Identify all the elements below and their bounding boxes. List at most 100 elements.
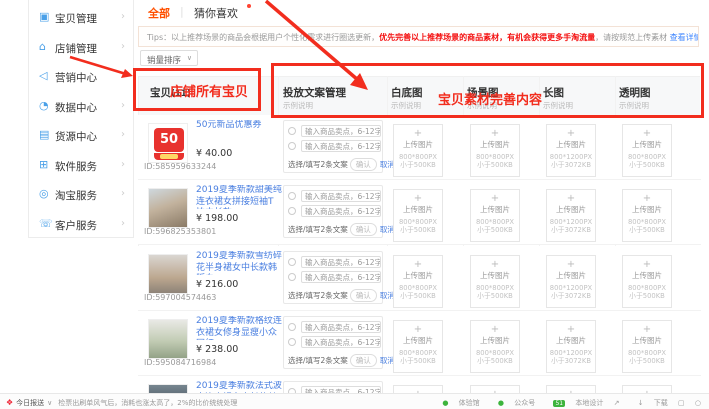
product-price: ¥ 198.00 <box>196 213 238 224</box>
confirm-button[interactable]: 确认 <box>350 158 377 171</box>
selling-point-input[interactable] <box>301 190 381 202</box>
plus-icon: + <box>623 324 671 336</box>
plus-icon: + <box>623 128 671 140</box>
selling-point-input[interactable] <box>301 336 381 348</box>
upload-long[interactable]: +上传图片800*1200PX小于3072KB <box>546 255 596 308</box>
upload-long[interactable]: +上传图片800*1200PX小于3072KB <box>546 189 596 242</box>
confirm-button[interactable]: 确认 <box>350 354 377 367</box>
upload-transparent[interactable]: +上传图片800*800PX小于500KB <box>622 189 672 242</box>
product-image[interactable] <box>148 254 188 294</box>
product-title-link[interactable]: 2019夏季新款甜美纯连衣裙女拼接短袖T恤中长款 <box>196 185 282 209</box>
tips-suffix: ，请按规范上传素材 <box>595 33 670 42</box>
plus-icon: + <box>547 193 595 205</box>
chevron-right-icon: › <box>121 188 125 199</box>
table-row: 2019夏季新款甜美纯连衣裙女拼接短袖T恤中长款 ¥ 198.00 ID:596… <box>138 180 701 245</box>
product-price: ¥ 40.00 <box>196 148 232 159</box>
sidebar-item-item-manage[interactable]: ▣宝贝管理› <box>29 7 133 31</box>
upload-scene[interactable]: +上传图片800*800PX小于500KB <box>470 124 520 177</box>
column-copy: 投放文案管理 <box>283 85 346 100</box>
product-id: ID:596825353801 <box>144 227 216 236</box>
upload-scene[interactable]: +上传图片800*800PX小于500KB <box>470 189 520 242</box>
sidebar-item-marketing-center[interactable]: ◁营销中心› <box>29 66 133 90</box>
product-id: ID:597004574463 <box>144 293 216 302</box>
status-item[interactable]: 51 本地设计 <box>545 399 603 407</box>
share-icon[interactable]: ↗ <box>614 399 620 407</box>
plus-icon: + <box>547 128 595 140</box>
sidebar: ▣宝贝管理› ⌂店铺管理› ◁营销中心› ◔数据中心› ▤货源中心› ⊞软件服务… <box>28 0 134 238</box>
app-window: ▣宝贝管理› ⌂店铺管理› ◁营销中心› ◔数据中心› ▤货源中心› ⊞软件服务… <box>0 0 709 409</box>
checkbox[interactable] <box>288 273 296 281</box>
window-icon[interactable]: ▢ <box>678 399 685 407</box>
brand-icon: ❖ <box>6 398 13 407</box>
goods-icon: ▤ <box>39 128 49 141</box>
upload-scene[interactable]: +上传图片800*800PX小于500KB <box>470 320 520 373</box>
status-item[interactable]: ● 体验馆 <box>434 399 479 407</box>
checkbox[interactable] <box>288 323 296 331</box>
download-button[interactable]: ↓ 下载 <box>630 399 668 407</box>
plus-icon: + <box>623 259 671 271</box>
tab-all[interactable]: 全部 <box>148 5 170 21</box>
upload-white-bg[interactable]: +上传图片800*800PX小于500KB <box>393 320 443 373</box>
upload-white-bg[interactable]: +上传图片800*800PX小于500KB <box>393 255 443 308</box>
copy-editor: 选择/填写2条文案确认取消 <box>283 185 383 238</box>
megaphone-icon: ◁ <box>39 69 47 82</box>
selling-point-input[interactable] <box>301 205 381 217</box>
checkbox[interactable] <box>288 127 296 135</box>
confirm-button[interactable]: 确认 <box>350 223 377 236</box>
bottom-brand[interactable]: 今日报送 <box>16 399 44 407</box>
upload-white-bg[interactable]: +上传图片800*800PX小于500KB <box>393 124 443 177</box>
product-title-link[interactable]: 2019夏季新款格纹连衣裙女修身显瘦小众网红 <box>196 316 282 340</box>
plus-icon: + <box>623 193 671 205</box>
apps-icon: ⊞ <box>39 158 48 171</box>
plus-icon: + <box>394 128 442 140</box>
status-item[interactable]: ● 公众号 <box>490 399 535 407</box>
product-title-link[interactable]: 2019夏季新款雪纺碎花半身裙女中长款韩版白 <box>196 251 282 275</box>
sidebar-item-supply-center[interactable]: ▤货源中心› <box>29 125 133 149</box>
download-icon: ↓ <box>638 399 644 407</box>
sidebar-item-taobao-service[interactable]: ◎淘宝服务› <box>29 184 133 208</box>
product-title-link[interactable]: 50元新品优惠券 <box>196 120 282 144</box>
product-image[interactable]: 50 <box>148 123 188 163</box>
upload-long[interactable]: +上传图片800*1200PX小于3072KB <box>546 320 596 373</box>
plus-icon: + <box>547 324 595 336</box>
table-row: 50 50元新品优惠券 ¥ 40.00 ID:585959633244 选择/填… <box>138 115 701 180</box>
selling-point-input[interactable] <box>301 321 381 333</box>
checkbox[interactable] <box>288 207 296 215</box>
plus-icon: + <box>471 324 519 336</box>
column-copy-sub: 示例说明 <box>283 100 313 111</box>
product-image[interactable] <box>148 319 188 359</box>
copy-footer-label: 选择/填写2条文案 <box>288 356 348 365</box>
column-transparent: 透明图 <box>619 85 651 100</box>
selling-point-input[interactable] <box>301 271 381 283</box>
upload-transparent[interactable]: +上传图片800*800PX小于500KB <box>622 320 672 373</box>
sort-dropdown[interactable]: 销量排序 ∨ <box>140 50 198 66</box>
selling-point-input[interactable] <box>301 256 381 268</box>
checkbox[interactable] <box>288 192 296 200</box>
sidebar-item-shop-manage[interactable]: ⌂店铺管理› <box>29 37 133 61</box>
checkbox[interactable] <box>288 142 296 150</box>
upload-transparent[interactable]: +上传图片800*800PX小于500KB <box>622 124 672 177</box>
copy-footer-label: 选择/填写2条文案 <box>288 291 348 300</box>
product-image[interactable] <box>148 188 188 228</box>
copy-footer-label: 选择/填写2条文案 <box>288 160 348 169</box>
sidebar-item-customer-service[interactable]: ☏客户服务› <box>29 214 133 238</box>
selling-point-input[interactable] <box>301 140 381 152</box>
view-details-link[interactable]: 查看详情> <box>670 33 699 42</box>
selling-point-input[interactable] <box>301 125 381 137</box>
upload-scene[interactable]: +上传图片800*800PX小于500KB <box>470 255 520 308</box>
headset-icon: ☏ <box>39 217 53 230</box>
upload-long[interactable]: +上传图片800*1200PX小于3072KB <box>546 124 596 177</box>
plus-icon: + <box>394 193 442 205</box>
badge-51-icon: 51 <box>553 400 565 407</box>
tab-guess-you-like[interactable]: 猜你喜欢 <box>194 5 238 21</box>
checkbox[interactable] <box>288 338 296 346</box>
chevron-down-icon[interactable]: ∨ <box>47 399 52 407</box>
sidebar-item-software-service[interactable]: ⊞软件服务› <box>29 155 133 179</box>
sidebar-item-data-center[interactable]: ◔数据中心› <box>29 96 133 120</box>
circle-icon[interactable]: ○ <box>695 399 701 407</box>
checkbox[interactable] <box>288 258 296 266</box>
plus-icon: + <box>394 324 442 336</box>
upload-white-bg[interactable]: +上传图片800*800PX小于500KB <box>393 189 443 242</box>
confirm-button[interactable]: 确认 <box>350 289 377 302</box>
upload-transparent[interactable]: +上传图片800*800PX小于500KB <box>622 255 672 308</box>
